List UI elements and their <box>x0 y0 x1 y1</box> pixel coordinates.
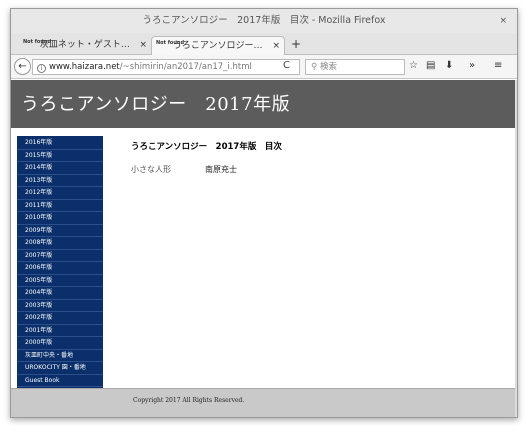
sidebar-item-2[interactable]: 2014年版 <box>17 162 103 175</box>
sidebar-item-8[interactable]: 2008年版 <box>17 237 103 250</box>
info-icon[interactable]: i <box>37 64 46 73</box>
url-bar[interactable]: i www.haizara.net/~shimirin/an2017/an17_i… <box>32 59 300 75</box>
title-bar: うろこアンソロジー 2017年版 目次 - Mozilla Firefox × <box>11 9 517 33</box>
sidebar-item-19[interactable]: Guest Book <box>17 375 103 387</box>
sidebar-item-6[interactable]: 2010年版 <box>17 212 103 225</box>
hamburger-menu-icon[interactable]: ≡ <box>494 59 502 73</box>
download-icon[interactable]: ⬇ <box>445 59 453 73</box>
search-placeholder: 検索 <box>319 62 337 72</box>
sidebar-item-13[interactable]: 2003年版 <box>17 300 103 312</box>
sidebar-item-7[interactable]: 2009年版 <box>17 225 103 237</box>
sidebar-item-12[interactable]: 2004年版 <box>17 287 103 300</box>
window-close-icon[interactable]: × <box>499 9 507 33</box>
sidebar-item-10[interactable]: 2006年版 <box>17 262 103 275</box>
sidebar-item-18[interactable]: UROKOCITY 園・番地 <box>17 362 103 375</box>
site-footer: Copyright 2017 All Rights Reserved. <box>11 388 517 417</box>
sidebar-item-0[interactable]: 2016年版 <box>17 137 103 150</box>
sidebar-item-16[interactable]: 2000年版 <box>17 337 103 350</box>
not-found-favicon-icon: Not found <box>156 39 185 46</box>
sidebar-item-11[interactable]: 2005年版 <box>17 275 103 287</box>
tab-strip: Not found 灰皿ネット・ゲスト… × Not found うろこアンソロ… <box>11 33 517 55</box>
url-path: /~shimirin/an2017/an17_i.html <box>119 62 252 72</box>
sidebar-item-3[interactable]: 2013年版 <box>17 175 103 187</box>
sidebar-item-1[interactable]: 2015年版 <box>17 150 103 162</box>
window-title: うろこアンソロジー 2017年版 目次 - Mozilla Firefox <box>142 15 386 26</box>
sidebar-nav: 2016年版 2015年版 2014年版 2013年版 2012年版 2011年版 2010… <box>17 136 103 400</box>
copyright-text: Copyright 2017 All Rights Reserved. <box>133 397 245 404</box>
search-icon: ⚲ <box>311 62 318 72</box>
toc-author: 南原充士 <box>205 165 237 174</box>
main-content: うろこアンソロジー 2017年版 目次 小さな人形 南原充士 <box>131 140 282 175</box>
sidebar-item-4[interactable]: 2012年版 <box>17 187 103 200</box>
vertical-scrollbar[interactable] <box>515 80 517 417</box>
reader-view-icon[interactable]: ▤ <box>426 59 435 73</box>
sidebar-item-17[interactable]: 灰皿町中央・番地 <box>17 350 103 362</box>
tab-close-icon[interactable]: × <box>272 37 280 55</box>
page-title: うろこアンソロジー 2017年版 <box>21 94 291 115</box>
overflow-chevron-icon[interactable]: » <box>469 59 475 73</box>
sidebar-item-9[interactable]: 2007年版 <box>17 250 103 262</box>
sidebar-item-5[interactable]: 2011年版 <box>17 200 103 212</box>
navigation-toolbar: ← i www.haizara.net/~shimirin/an2017/an17… <box>11 55 517 79</box>
tab-haizara-guest[interactable]: Not found 灰皿ネット・ゲスト… × <box>19 36 151 55</box>
site-header: うろこアンソロジー 2017年版 <box>11 80 517 128</box>
tab-uroko-anthology[interactable]: Not found うろこアンソロジー… × <box>151 36 285 55</box>
toc-entry: 小さな人形 南原充士 <box>131 164 282 175</box>
reload-icon[interactable]: C <box>283 59 290 73</box>
toc-story-link[interactable]: 小さな人形 <box>131 164 205 175</box>
tab-label: 灰皿ネット・ゲスト… <box>39 40 130 50</box>
web-page: うろこアンソロジー 2017年版 2016年版 2015年版 2014年版 2013年… <box>11 80 517 417</box>
bookmark-star-icon[interactable]: ☆ <box>409 59 418 73</box>
back-arrow-icon[interactable]: ← <box>14 58 31 75</box>
search-input[interactable]: ⚲ 検索 <box>305 59 405 75</box>
browser-window: うろこアンソロジー 2017年版 目次 - Mozilla Firefox × … <box>10 8 518 418</box>
sidebar-item-14[interactable]: 2002年版 <box>17 312 103 325</box>
sidebar-item-15[interactable]: 2001年版 <box>17 325 103 337</box>
url-host: www.haizara.net <box>49 62 120 72</box>
not-found-favicon-icon: Not found <box>23 38 52 45</box>
new-tab-plus-icon[interactable]: + <box>291 36 301 52</box>
toc-heading: うろこアンソロジー 2017年版 目次 <box>131 142 282 152</box>
tab-label: うろこアンソロジー… <box>172 41 263 51</box>
tab-close-icon[interactable]: × <box>139 36 147 54</box>
